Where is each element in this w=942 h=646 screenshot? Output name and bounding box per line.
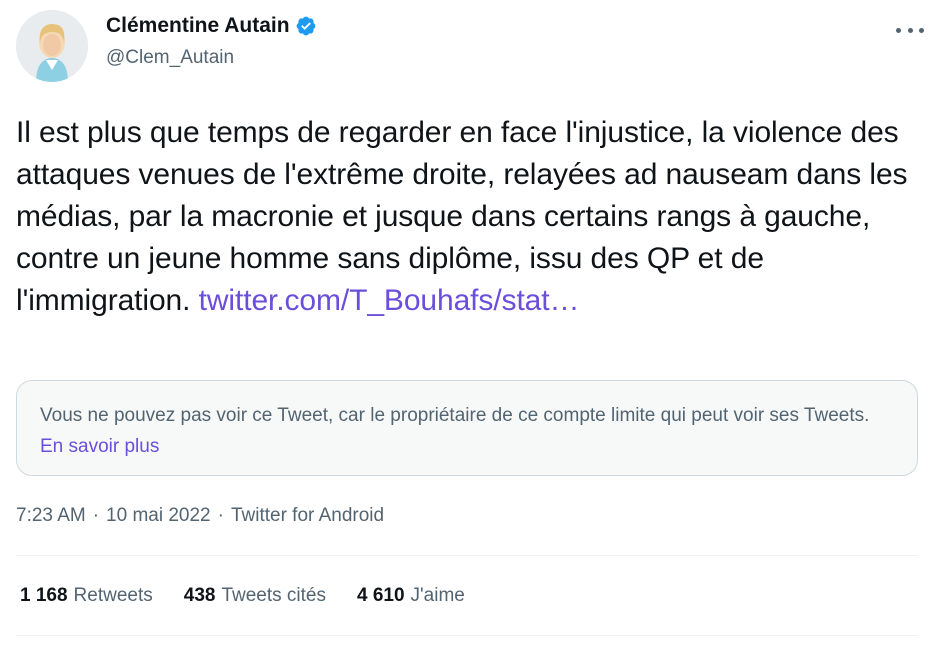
meta-separator: · [217,505,224,526]
unavailable-tweet-notice: Vous ne pouvez pas voir ce Tweet, car le… [16,380,918,476]
verified-badge-icon [295,15,317,37]
tweet-date[interactable]: 10 mai 2022 [106,505,211,526]
author-name-row: Clémentine Autain [106,13,317,39]
tweet-metadata: 7:23 AM · 10 mai 2022 · Twitter for Android [16,503,384,529]
likes-count: 4 610 [357,585,405,606]
tweet-link[interactable]: twitter.com/T_Bouhafs/stat… [199,284,580,317]
retweets-count: 1 168 [20,585,68,606]
avatar-image [16,10,88,82]
meta-separator: · [92,505,100,526]
avatar[interactable] [16,10,88,82]
learn-more-link[interactable]: En savoir plus [40,436,159,457]
notice-text: Vous ne pouvez pas voir ce Tweet, car le… [40,405,870,426]
more-dots-icon[interactable] [896,20,924,40]
quote-tweets-stat[interactable]: 438 Tweets cités [184,583,326,609]
tweet-text: Il est plus que temps de regarder en fac… [16,112,921,322]
author-handle[interactable]: @Clem_Autain [106,46,234,70]
quote-tweets-count: 438 [183,585,216,606]
likes-stat[interactable]: 4 610 J'aime [357,583,465,609]
retweets-stat[interactable]: 1 168 Retweets [20,583,153,609]
likes-label: J'aime [410,585,465,606]
tweet-source[interactable]: Twitter for Android [231,505,384,526]
divider [16,635,918,636]
author-display-name[interactable]: Clémentine Autain [106,13,290,39]
tweet-time[interactable]: 7:23 AM [16,505,86,526]
divider [16,555,918,556]
tweet-stats: 1 168 Retweets 438 Tweets cités 4 610 J'… [20,583,496,609]
quote-tweets-label: Tweets cités [221,585,326,606]
retweets-label: Retweets [73,585,153,606]
